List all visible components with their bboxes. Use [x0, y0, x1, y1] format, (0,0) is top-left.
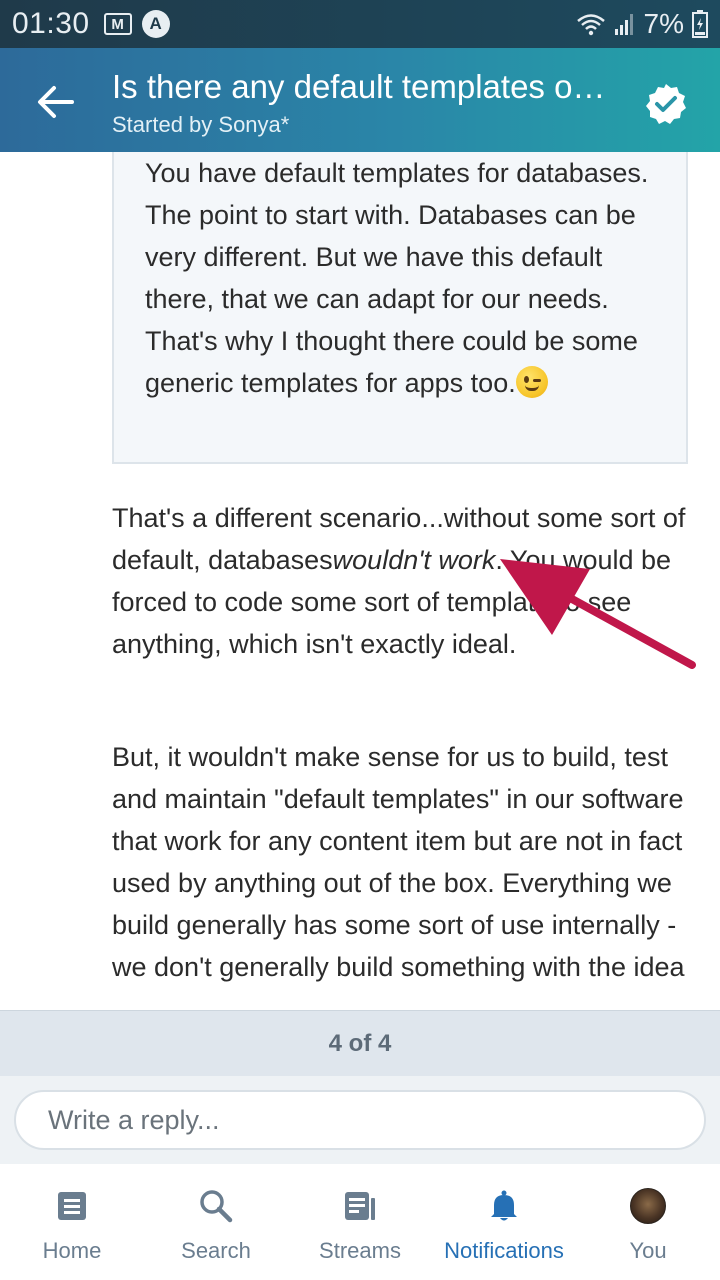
reply-input[interactable]: Write a reply... [14, 1090, 706, 1150]
reply-area: Write a reply... [0, 1076, 720, 1164]
nav-home-label: Home [42, 1238, 102, 1263]
quote-text: You have default templates for databases… [145, 158, 649, 398]
page-title: Is there any default templates o… [112, 68, 606, 105]
thread-author: Started by Sonya* [112, 112, 290, 137]
verified-check-icon[interactable] [644, 82, 688, 126]
nav-home[interactable]: Home [0, 1164, 144, 1280]
gmail-icon: M [103, 13, 132, 35]
search-icon [199, 1186, 233, 1226]
status-right: 7% [576, 8, 708, 40]
avatar-wrap [630, 1186, 666, 1226]
streams-icon [344, 1186, 376, 1226]
bell-icon [490, 1186, 518, 1226]
signal-icon [614, 12, 636, 36]
status-time: 01:30 [12, 7, 90, 40]
app-header: Is there any default templates o… Starte… [0, 48, 720, 152]
para1-emphasis: wouldn't work [332, 545, 496, 575]
nav-streams-label: Streams [319, 1238, 401, 1263]
wink-emoji-icon [515, 366, 548, 398]
nav-notifications-label: Notifications [444, 1238, 564, 1263]
nav-you[interactable]: You [576, 1164, 720, 1280]
battery-icon [692, 10, 708, 38]
nav-notifications[interactable]: Notifications [432, 1164, 576, 1280]
a-icon: A [141, 10, 170, 38]
status-icons-left: M A [103, 10, 170, 38]
avatar [630, 1188, 666, 1224]
post-paragraph-2: But, it wouldn't make sense for us to bu… [112, 742, 685, 982]
bottom-nav: Home Search Streams Notifications You [0, 1164, 720, 1280]
nav-search-label: Search [181, 1238, 251, 1263]
arrow-left-icon[interactable] [36, 82, 76, 122]
status-bar: 01:30 M A 7% [0, 0, 720, 48]
post-content: You have default templates for databases… [0, 152, 720, 1010]
annotation-arrow-icon [500, 559, 696, 669]
page-indicator: 4 of 4 [0, 1010, 720, 1076]
quote-block: You have default templates for databases… [112, 152, 688, 464]
home-icon [57, 1186, 87, 1226]
wifi-icon [576, 12, 606, 36]
nav-search[interactable]: Search [144, 1164, 288, 1280]
nav-streams[interactable]: Streams [288, 1164, 432, 1280]
nav-you-label: You [629, 1238, 667, 1263]
battery-percent: 7% [643, 8, 684, 39]
